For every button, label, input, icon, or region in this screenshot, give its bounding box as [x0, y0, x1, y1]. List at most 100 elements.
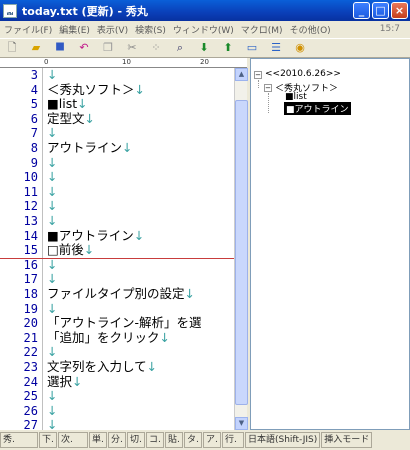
line-text[interactable]: ■アウトライン↓ — [47, 228, 144, 244]
line-text[interactable]: ＜秀丸ソフト＞↓ — [47, 82, 145, 98]
status-panel[interactable]: 秀. — [0, 432, 38, 448]
line-text[interactable]: アウトライン↓ — [47, 140, 133, 156]
menu-macro[interactable]: マクロ(M) — [241, 23, 283, 36]
editor-line[interactable]: 9 ↓ — [0, 155, 234, 171]
editor-line[interactable]: 5 ■list↓ — [0, 96, 234, 112]
line-text[interactable]: 「追加」をクリック↓ — [47, 330, 170, 346]
status-panel[interactable]: 切. — [127, 432, 145, 448]
editor-line[interactable]: 13 ↓ — [0, 213, 234, 229]
editor-line[interactable]: 10 ↓ — [0, 169, 234, 185]
line-text[interactable]: ↓ — [47, 155, 57, 171]
line-text[interactable]: ↓ — [47, 68, 57, 83]
ruler-mark: 10 — [122, 58, 131, 66]
status-panel[interactable]: 下. — [39, 432, 57, 448]
status-panel[interactable]: コ. — [146, 432, 164, 448]
outline-panel[interactable]: − <<2010.6.26>> − ＜秀丸ソフト＞ ■list ■アウトライン — [250, 58, 410, 430]
editor-line[interactable]: 25 ↓ — [0, 388, 234, 404]
editor-line[interactable]: 22 ↓ — [0, 345, 234, 360]
close-button[interactable]: × — [391, 2, 408, 19]
search-up-icon[interactable]: ⬆ — [220, 41, 236, 55]
line-text[interactable]: ↓ — [47, 213, 57, 229]
minimize-button[interactable]: _ — [353, 2, 370, 19]
editor-line[interactable]: 16 ↓ — [0, 257, 234, 273]
outline-item[interactable]: ■list — [285, 92, 307, 102]
editor-line[interactable]: 26 ↓ — [0, 402, 234, 419]
editor-line[interactable]: 4 ＜秀丸ソフト＞↓ — [0, 82, 234, 98]
line-text[interactable]: 定型文↓ — [47, 111, 95, 127]
outline-root[interactable]: <<2010.6.26>> — [265, 69, 341, 79]
status-panel[interactable]: ア. — [203, 432, 221, 448]
status-panel[interactable]: 挿入モード — [321, 432, 373, 448]
outline-icon[interactable]: ▭ — [244, 41, 260, 55]
line-number: 24 — [23, 374, 38, 389]
status-panel[interactable]: 次. — [58, 432, 88, 448]
editor-line[interactable]: 15 □前後↓ — [0, 242, 234, 258]
editor-line[interactable]: 8 アウトライン↓ — [0, 140, 234, 156]
status-panel[interactable]: 行. — [222, 432, 244, 448]
text-editor[interactable]: 3 ↓ 4 ＜秀丸ソフト＞↓ 5 ■list↓ 6 定型文↓ 7 ↓ 8 アウトライン↓ 9 ↓ 10 ↓ 11… — [0, 68, 234, 430]
scroll-down-icon[interactable]: ▼ — [235, 417, 248, 430]
status-panel[interactable]: 単. — [89, 432, 107, 448]
menu-search[interactable]: 検索(S) — [135, 23, 166, 36]
outline-item-selected[interactable]: ■アウトライン — [284, 102, 351, 115]
status-panel[interactable]: 日本語(Shift-JIS) — [245, 432, 321, 448]
status-panel[interactable]: 分. — [108, 432, 126, 448]
return-mark-icon: ↓ — [47, 402, 58, 418]
collapse-icon[interactable]: − — [264, 84, 272, 92]
search-down-icon[interactable]: ⬇ — [196, 41, 212, 55]
line-text[interactable]: ↓ — [47, 184, 57, 200]
editor-line[interactable]: 17 ↓ — [0, 272, 234, 287]
maximize-button[interactable]: □ — [372, 2, 389, 19]
line-text[interactable]: ファイルタイプ別の設定↓ — [47, 286, 195, 302]
new-file-icon[interactable]: 🗋 — [4, 41, 20, 55]
line-text[interactable]: ↓ — [47, 388, 57, 404]
line-text[interactable]: 文字列を入力して↓ — [47, 359, 157, 375]
line-text[interactable]: ↓ — [47, 301, 57, 317]
editor-line[interactable]: 27 ↓ — [0, 418, 234, 430]
editor-line[interactable]: 11 ↓ — [0, 184, 234, 200]
editor-line[interactable]: 6 定型文↓ — [0, 111, 234, 127]
open-folder-icon[interactable]: ▰ — [28, 41, 44, 55]
editor-line[interactable]: 19 ↓ — [0, 301, 234, 317]
cut-icon[interactable]: ✂ — [124, 41, 140, 55]
menu-edit[interactable]: 編集(E) — [59, 23, 90, 36]
editor-line[interactable]: 18 ファイルタイプ別の設定↓ — [0, 286, 234, 302]
menu-window[interactable]: ウィンドウ(W) — [173, 23, 234, 36]
line-text[interactable]: ↓ — [47, 257, 57, 273]
editor-line[interactable]: 21 「追加」をクリック↓ — [0, 330, 234, 346]
editor-line[interactable]: 7 ↓ — [0, 126, 234, 141]
line-text[interactable]: □前後↓ — [47, 242, 94, 258]
split-icon[interactable]: ☰ — [268, 41, 284, 55]
line-text[interactable]: ↓ — [47, 402, 58, 419]
editor-line[interactable]: 23 文字列を入力して↓ — [0, 359, 234, 375]
vertical-scrollbar[interactable]: ▲ ▼ — [234, 68, 248, 430]
collapse-icon[interactable]: − — [254, 71, 262, 79]
line-text[interactable]: ↓ — [47, 199, 57, 214]
browser-icon[interactable]: ◉ — [292, 41, 308, 55]
undo-icon[interactable]: ↶ — [76, 41, 92, 55]
menu-view[interactable]: 表示(V) — [97, 23, 128, 36]
line-text[interactable]: ↓ — [47, 272, 57, 287]
editor-line[interactable]: 14 ■アウトライン↓ — [0, 228, 234, 244]
save-icon[interactable]: ⯀ — [52, 41, 68, 55]
status-panel[interactable]: タ. — [184, 432, 202, 448]
line-text[interactable]: 選択↓ — [47, 374, 83, 390]
menu-file[interactable]: ファイル(F) — [4, 23, 52, 36]
line-text[interactable]: 「アウトライン-解析」を選 — [47, 316, 202, 331]
editor-line[interactable]: 24 選択↓ — [0, 374, 234, 390]
paste-icon[interactable]: ⁘ — [148, 41, 164, 55]
line-text[interactable]: ↓ — [47, 126, 57, 141]
editor-line[interactable]: 20 「アウトライン-解析」を選 — [0, 316, 234, 331]
editor-line[interactable]: 12 ↓ — [0, 199, 234, 214]
line-text[interactable]: ■list↓ — [47, 96, 88, 112]
scroll-thumb[interactable] — [235, 100, 248, 405]
line-text[interactable]: ↓ — [47, 345, 57, 360]
search-icon[interactable]: ⌕ — [172, 41, 188, 55]
line-text[interactable]: ↓ — [47, 418, 57, 430]
status-panel[interactable]: 貼. — [165, 432, 183, 448]
menu-other[interactable]: その他(O) — [290, 23, 331, 36]
copy-icon[interactable]: ❐ — [100, 41, 116, 55]
editor-line[interactable]: 3 ↓ — [0, 68, 234, 83]
line-text[interactable]: ↓ — [47, 169, 57, 185]
scroll-up-icon[interactable]: ▲ — [235, 68, 248, 81]
